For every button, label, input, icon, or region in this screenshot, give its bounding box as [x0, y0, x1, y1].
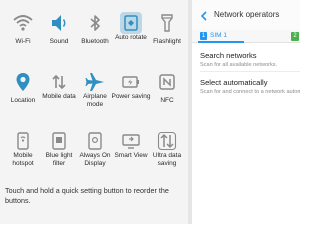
mobile-data-icon: [48, 71, 70, 93]
sim1-label: SIM 1: [210, 32, 227, 39]
tile-label: NFC: [160, 97, 174, 104]
tile-label: Power saving: [111, 93, 151, 100]
option-title: Select automatically: [200, 78, 268, 87]
nfc-icon: [156, 71, 178, 93]
sim-tab-bar: 1 SIM 1 2: [192, 30, 300, 43]
tile-mobile-hotspot[interactable]: Mobile hotspot: [6, 130, 40, 180]
flashlight-icon: [156, 12, 178, 34]
smart-view-icon: [120, 130, 142, 152]
sim1-badge: 1: [200, 32, 207, 40]
search-networks-option[interactable]: Search networks Scan for all available n…: [200, 51, 300, 68]
tile-label: Ultra data saving: [152, 152, 182, 167]
tile-label: Mobile data: [42, 93, 76, 100]
tile-always-on-display[interactable]: Always On Display: [78, 130, 112, 180]
divider: [200, 71, 300, 72]
tile-label: Sound: [49, 38, 69, 45]
select-automatically-option[interactable]: Select automatically Scan for and connec…: [200, 78, 300, 95]
mobile-hotspot-icon: [12, 130, 34, 152]
page-title: Network operators: [214, 10, 280, 19]
tile-flashlight[interactable]: Flashlight: [150, 12, 184, 62]
quick-settings-row: Mobile hotspot Blue light filter Always …: [0, 130, 188, 180]
tile-airplane-mode[interactable]: Airplane mode: [78, 71, 112, 121]
tile-label: Auto rotate: [115, 34, 147, 41]
location-icon: [12, 71, 34, 93]
tile-label: Mobile hotspot: [12, 152, 34, 167]
tile-bluetooth[interactable]: Bluetooth: [78, 12, 112, 62]
tile-mobile-data[interactable]: Mobile data: [42, 71, 76, 121]
tile-nfc[interactable]: NFC: [150, 71, 184, 121]
quick-settings-row: Wi-Fi Sound Bluetooth Auto rotate Flashl…: [0, 12, 188, 62]
tile-wifi[interactable]: Wi-Fi: [6, 12, 40, 62]
tile-power-saving[interactable]: Power saving: [111, 71, 151, 121]
wifi-icon: [12, 12, 34, 34]
tile-sound[interactable]: Sound: [42, 12, 76, 62]
tile-label: Airplane mode: [83, 93, 107, 108]
always-on-display-icon: [84, 130, 106, 152]
sound-icon: [48, 12, 70, 34]
reorder-hint: Touch and hold a quick setting button to…: [5, 186, 169, 205]
app-bar: Network operators: [192, 0, 300, 30]
quick-settings-panel: Wi-Fi Sound Bluetooth Auto rotate Flashl…: [0, 0, 188, 224]
tile-label: Bluetooth: [81, 38, 109, 45]
auto-rotate-icon: [120, 12, 142, 34]
tile-label: Flashlight: [153, 38, 181, 45]
airplane-mode-icon: [84, 71, 106, 93]
tile-label: Smart View: [114, 152, 148, 159]
option-subtitle: Scan for and connect to a network automa…: [200, 89, 300, 95]
option-title: Search networks: [200, 51, 257, 60]
ultra-data-saving-icon: [156, 130, 178, 152]
tile-location[interactable]: Location: [6, 71, 40, 121]
tile-smart-view[interactable]: Smart View: [114, 130, 148, 180]
back-arrow-icon[interactable]: [198, 9, 210, 21]
option-subtitle: Scan for all available networks.: [200, 62, 278, 68]
tile-auto-rotate[interactable]: Auto rotate: [114, 12, 148, 62]
tile-blue-light-filter[interactable]: Blue light filter: [42, 130, 76, 180]
tile-label: Blue light filter: [45, 152, 73, 167]
bluetooth-icon: [84, 12, 106, 34]
tile-label: Location: [10, 97, 36, 104]
tab-sim-1[interactable]: 1 SIM 1: [198, 31, 244, 43]
tile-label: Wi-Fi: [15, 38, 31, 45]
power-saving-icon: [120, 71, 142, 93]
tab-sim-2[interactable]: 2: [291, 32, 299, 41]
tile-label: Always On Display: [79, 152, 111, 167]
tile-ultra-data-saving[interactable]: Ultra data saving: [150, 130, 184, 180]
network-operators-panel: Network operators 1 SIM 1 2 Search netwo…: [192, 0, 300, 224]
blue-light-filter-icon: [48, 130, 70, 152]
quick-settings-row: Location Mobile data Airplane mode Power…: [0, 71, 188, 121]
